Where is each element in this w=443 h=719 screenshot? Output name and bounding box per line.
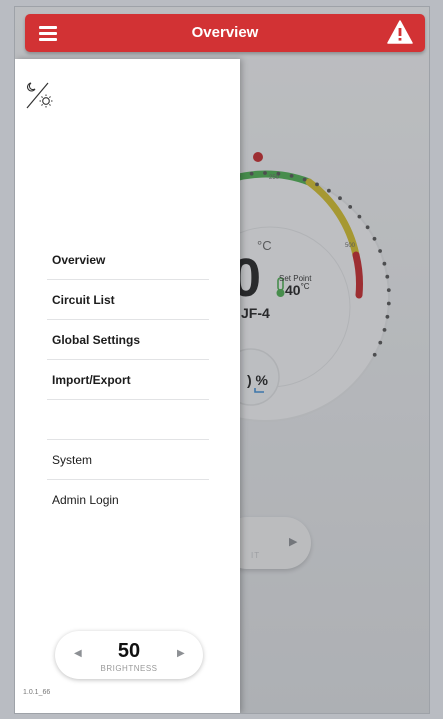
menu-item-circuit-list[interactable]: Circuit List [47,280,209,320]
menu-item-system[interactable]: System [47,440,209,480]
menu-item-admin-login[interactable]: Admin Login [47,480,209,520]
warning-triangle-icon[interactable] [387,20,413,44]
menu-item-label: Import/Export [52,373,131,387]
menu-item-label: Overview [52,253,106,267]
menu-item-label: System [52,453,93,467]
moon-sun-toggle-icon[interactable] [24,79,56,111]
menu-item-label: Circuit List [52,293,115,307]
brightness-increase-icon[interactable]: ▶ [177,648,185,659]
brightness-label: BRIGHTNESS [100,664,158,673]
menu-item-import-export[interactable]: Import/Export [47,360,209,400]
menu-item-label: Global Settings [52,333,141,347]
app-version: 1.0.1_66 [23,689,51,696]
navigation-drawer: Overview Circuit List Global Settings Im… [15,59,240,713]
menu-item-overview[interactable]: Overview [47,240,209,280]
menu-item-blank[interactable] [47,400,209,440]
brightness-control: ◀ 50 BRIGHTNESS ▶ [55,631,203,679]
menu-item-label: Admin Login [52,493,119,507]
menu-item-global-settings[interactable]: Global Settings [47,320,209,360]
app-frame: 250 500 0 °C Set Point 40°C JF-4 ) % IT … [14,6,430,714]
page-title: Overview [191,24,259,41]
app-bar: Overview [25,14,425,52]
